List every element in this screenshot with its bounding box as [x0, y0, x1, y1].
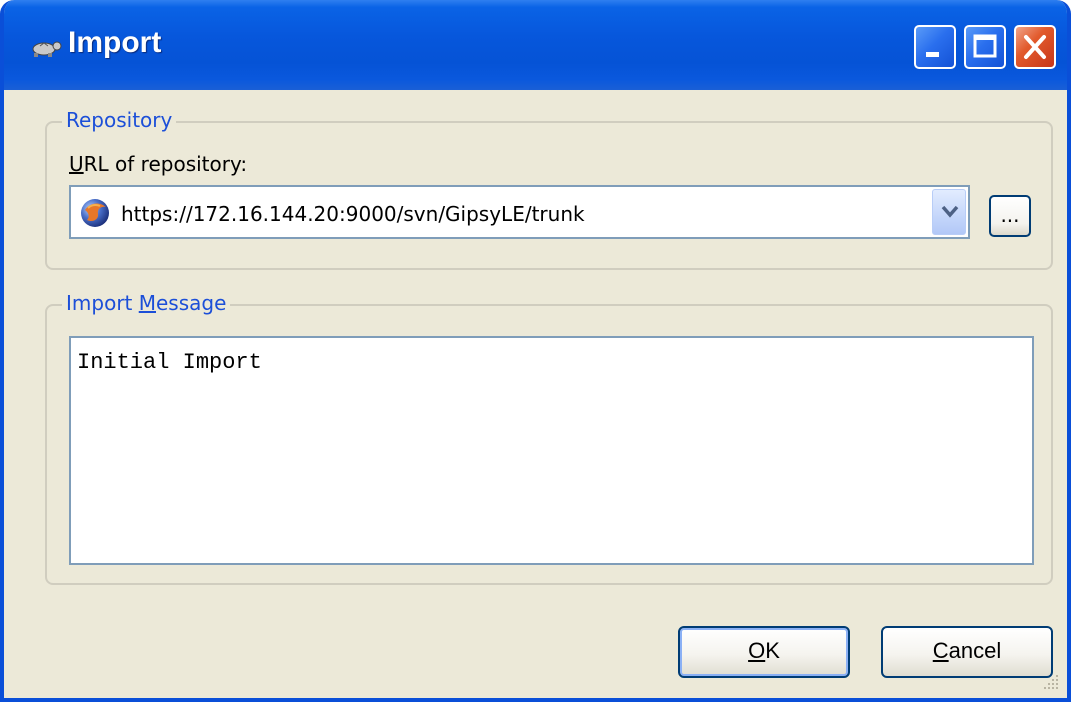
- browse-repository-button[interactable]: ...: [989, 195, 1031, 237]
- window-title: Import: [68, 26, 162, 59]
- minimize-icon: [926, 52, 939, 57]
- maximize-button[interactable]: [964, 25, 1006, 69]
- title-bar[interactable]: Import: [4, 0, 1067, 90]
- import-message-textarea[interactable]: Initial Import: [69, 336, 1034, 565]
- close-icon: [1024, 35, 1046, 59]
- maximize-icon: [973, 34, 997, 58]
- chevron-down-icon: [941, 205, 959, 218]
- dropdown-button[interactable]: [932, 189, 966, 235]
- repository-url-combobox[interactable]: https://172.16.144.20:9000/svn/GipsyLE/t…: [69, 185, 970, 239]
- import-message-group-label: Import Message: [62, 291, 231, 315]
- repository-url-value: https://172.16.144.20:9000/svn/GipsyLE/t…: [121, 202, 585, 226]
- repository-group-label: Repository: [62, 108, 177, 132]
- minimize-button[interactable]: [914, 25, 956, 69]
- tortoise-svn-icon: [32, 41, 62, 57]
- ok-button[interactable]: OK: [678, 626, 850, 678]
- import-dialog: Import Repository URL of repository: htt…: [0, 0, 1071, 702]
- globe-icon: [81, 199, 109, 227]
- url-of-repository-label: URL of repository:: [69, 152, 248, 176]
- cancel-button[interactable]: Cancel: [881, 626, 1053, 678]
- close-button[interactable]: [1014, 25, 1056, 69]
- resize-grip-icon[interactable]: [1041, 672, 1061, 692]
